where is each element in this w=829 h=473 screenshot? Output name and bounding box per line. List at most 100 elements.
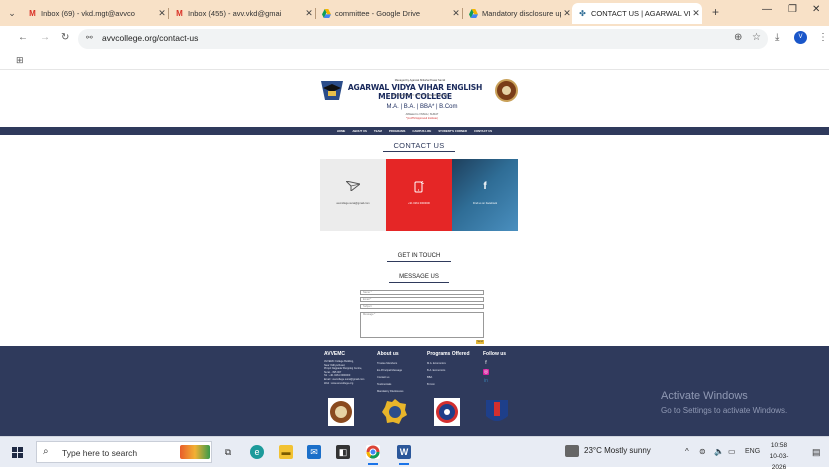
taskbar-search-placeholder: Type here to search [62,448,138,458]
nav-campus-life[interactable]: CAMPUS LIFE [412,127,431,135]
instagram-icon[interactable]: ◎ [483,369,489,375]
language-indicator[interactable]: ENG [745,448,760,455]
phone-icon [386,180,452,196]
nav-students-corner[interactable]: STUDENT'S CORNER [438,127,467,135]
activate-windows-subtitle: Go to Settings to activate Windows. [661,406,788,415]
email-text[interactable]: avvcollege.surat@gmail.com [320,202,386,205]
tab-google-drive-1[interactable]: committee - Google Drive ✕ [316,3,462,24]
weather-icon[interactable] [565,445,579,457]
chat-icon[interactable]: ▭ [728,447,736,456]
heading-underline [383,151,455,152]
footer-web-line: Web : www.avvcollege.org [324,381,354,385]
facebook-icon[interactable]: f [483,360,489,366]
tab-gmail-2[interactable]: M Inbox (455) - avv.vkd@gmai ✕ [169,3,315,24]
footer-heading: Programs Offered [427,351,470,357]
nav-contact-us[interactable]: CONTACT US [474,127,492,135]
forward-arrow-icon[interactable]: → [40,32,50,43]
download-icon[interactable]: ⤓ [775,32,779,43]
linkedin-icon[interactable]: in [483,378,489,384]
address-bar[interactable]: ⚯ avvcollege.org/contact-us [78,29,768,49]
site-info-icon[interactable]: ⚯ [86,33,93,42]
nav-home[interactable]: HOME [337,127,345,135]
facebook-text[interactable]: Find us on Facebook [452,202,518,205]
footer-link[interactable]: Contact us [377,374,422,381]
activate-windows-title: Activate Windows [661,390,748,402]
message-field[interactable]: Message * [360,312,484,338]
tab-contact-us[interactable]: ✤ CONTACT US | AGARWAL VI ✕ [572,3,702,24]
tab-search-chevron-icon[interactable]: ⌄ [4,5,20,21]
zoom-icon[interactable]: ⊕ [734,32,742,43]
browser-tab-strip: ⌄ M Inbox (69) - vkd.mgt@avvco ✕ M Inbox… [0,0,829,26]
footer-link[interactable]: BBA [427,374,479,381]
file-explorer-icon[interactable]: ▬ [279,445,293,459]
footer-link[interactable]: Ex-Principal Message [377,367,422,374]
browser-menu-icon[interactable]: ⋮ [818,32,828,43]
subject-field[interactable]: Subject [360,304,484,309]
tab-google-drive-2[interactable]: Mandatory disclosure upda ✕ [463,3,573,24]
network-icon[interactable]: ⊜ [699,447,706,456]
footer-link[interactable]: Testimonials [377,381,422,388]
volume-icon[interactable]: 🔈 [714,447,724,456]
get-in-touch-heading: GET IN TOUCH [397,253,441,259]
mail-icon[interactable]: ✉ [307,445,321,459]
degrees-offered: M.A. | B.A. | BBA* | B.Com [386,104,458,110]
close-icon[interactable]: ✕ [156,8,168,19]
nav-programs[interactable]: PROGRAMS [389,127,405,135]
phone-text[interactable]: +91 0261 0000000 [386,202,452,205]
clock-date: 10-03-2026 [769,453,789,471]
task-view-icon[interactable]: ⧉ [221,445,235,459]
footer-link[interactable]: M.A. Economics [427,360,479,367]
gmail-icon: M [176,9,183,18]
search-icon: ⌕ [43,446,49,457]
notifications-icon[interactable]: ▤ [812,447,821,458]
web-page: Managed by Agarwal Shiksha Prasar Samiti… [0,70,829,436]
nav-team[interactable]: TEAM [374,127,382,135]
heading-underline [389,282,449,283]
footer-link[interactable]: B.Com [427,381,479,388]
minimize-icon[interactable]: — [762,4,772,15]
college-tagline: Managed by Agarwal Shiksha Prasar Samiti [394,79,446,82]
window-close-icon[interactable]: ✕ [812,4,820,15]
bookmark-star-icon[interactable]: ☆ [752,32,761,43]
email-card[interactable]: avvcollege.surat@gmail.com [320,159,386,231]
reload-icon[interactable]: ↻ [61,32,69,43]
back-arrow-icon[interactable]: ← [18,32,28,43]
close-icon[interactable]: ✕ [303,8,315,19]
search-highlight-icon[interactable] [180,445,210,459]
footer-col-follow: Follow us f ◎ in [483,351,513,387]
footer-logo-1 [328,398,354,426]
send-button[interactable]: Send [476,340,484,344]
weather-text[interactable]: 23°C Mostly sunny [584,446,651,455]
word-icon[interactable]: W [397,445,411,465]
store-icon[interactable]: ◧ [336,445,350,459]
affiliation-note: *(A ATM Approved Institute) [406,117,438,120]
edge-browser-icon[interactable]: e [250,445,264,459]
profile-avatar[interactable]: V [794,31,807,44]
phone-card[interactable]: +91 0261 0000000 [386,159,452,231]
heading-underline [387,261,451,262]
college-seal-right [495,79,518,102]
apps-grid-icon[interactable]: ⊞ [16,55,24,66]
tray-chevron-icon[interactable]: ^ [685,447,689,456]
clock[interactable]: 10:58 10-03-2026 [766,440,792,473]
chrome-icon[interactable] [366,445,380,465]
email-field[interactable]: Email * [360,297,484,302]
close-icon[interactable]: ✕ [450,8,462,19]
facebook-card[interactable]: f Find us on Facebook [452,159,518,231]
maximize-icon[interactable]: ❐ [788,4,797,15]
footer-link[interactable]: B.A. Economics [427,367,479,374]
contact-us-heading: CONTACT US [393,141,445,150]
footer-link[interactable]: Mandatory Disclosures [377,388,422,395]
url-text[interactable]: avvcollege.org/contact-us [102,33,198,43]
name-field[interactable]: Name * [360,290,484,295]
bookmarks-bar: ⊞ [0,52,829,70]
new-tab-icon[interactable]: + [712,5,719,19]
tab-gmail-1[interactable]: M Inbox (69) - vkd.mgt@avvco ✕ [22,3,168,24]
nav-about-us[interactable]: ABOUT US [352,127,367,135]
footer-col-about: About us Trustee Members Ex-Principal Me… [377,351,422,395]
windows-start-icon[interactable] [12,447,23,458]
close-icon[interactable]: ✕ [690,8,702,19]
footer-link[interactable]: Trustee Members [377,360,422,367]
windows-taskbar: ⌕ Type here to search ⧉ e ▬ ✉ ◧ W 23°C M… [0,436,829,471]
tab-title: CONTACT US | AGARWAL VI [591,9,690,18]
